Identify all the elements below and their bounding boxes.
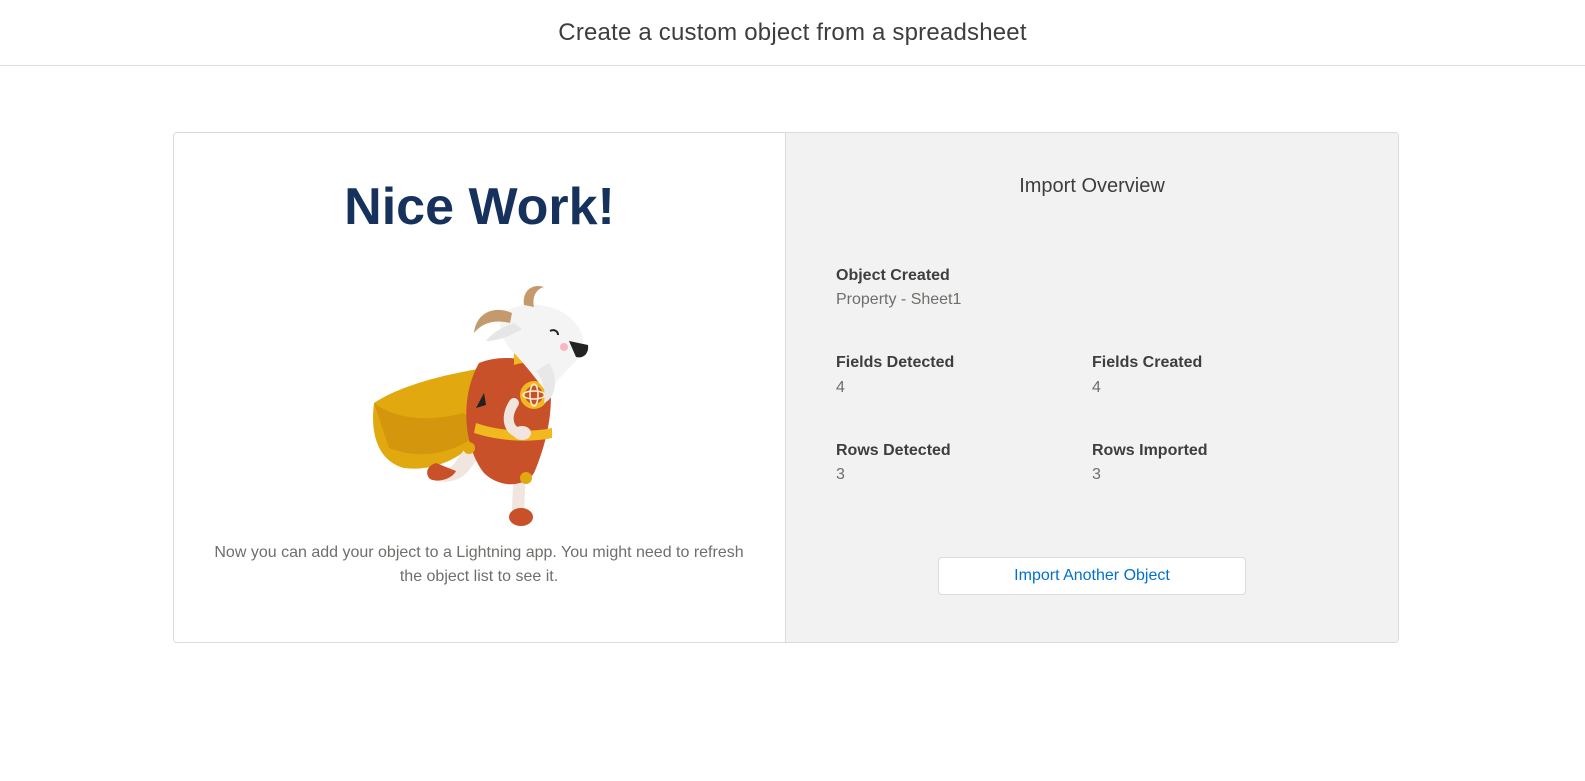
object-created-value: Property - Sheet1 [836,291,962,308]
fields-detected-label: Fields Detected [836,354,955,371]
import-overview-title: Import Overview [1019,175,1165,197]
success-message: Now you can add your object to a Lightni… [214,544,744,585]
fields-created-value: 4 [1092,379,1101,396]
page-header: Create a custom object from a spreadshee… [0,0,1585,66]
success-panel: Nice Work! Now you can add your object t… [174,133,786,642]
superhero-goat-mascot-icon [373,285,589,526]
rows-imported-value: 3 [1092,466,1101,483]
import-overview-panel: Import Overview Object Created Property … [786,133,1398,642]
import-result-card: Nice Work! Now you can add your object t… [173,132,1399,643]
fields-created-label: Fields Created [1092,354,1203,371]
success-headline: Nice Work! [344,178,615,236]
import-another-object-button[interactable]: Import Another Object [938,557,1246,595]
rows-detected-value: 3 [836,466,845,483]
object-created-label: Object Created [836,267,950,284]
rows-imported-label: Rows Imported [1092,442,1208,459]
page-title: Create a custom object from a spreadshee… [558,18,1027,46]
fields-detected-value: 4 [836,379,845,396]
rows-detected-label: Rows Detected [836,442,951,459]
